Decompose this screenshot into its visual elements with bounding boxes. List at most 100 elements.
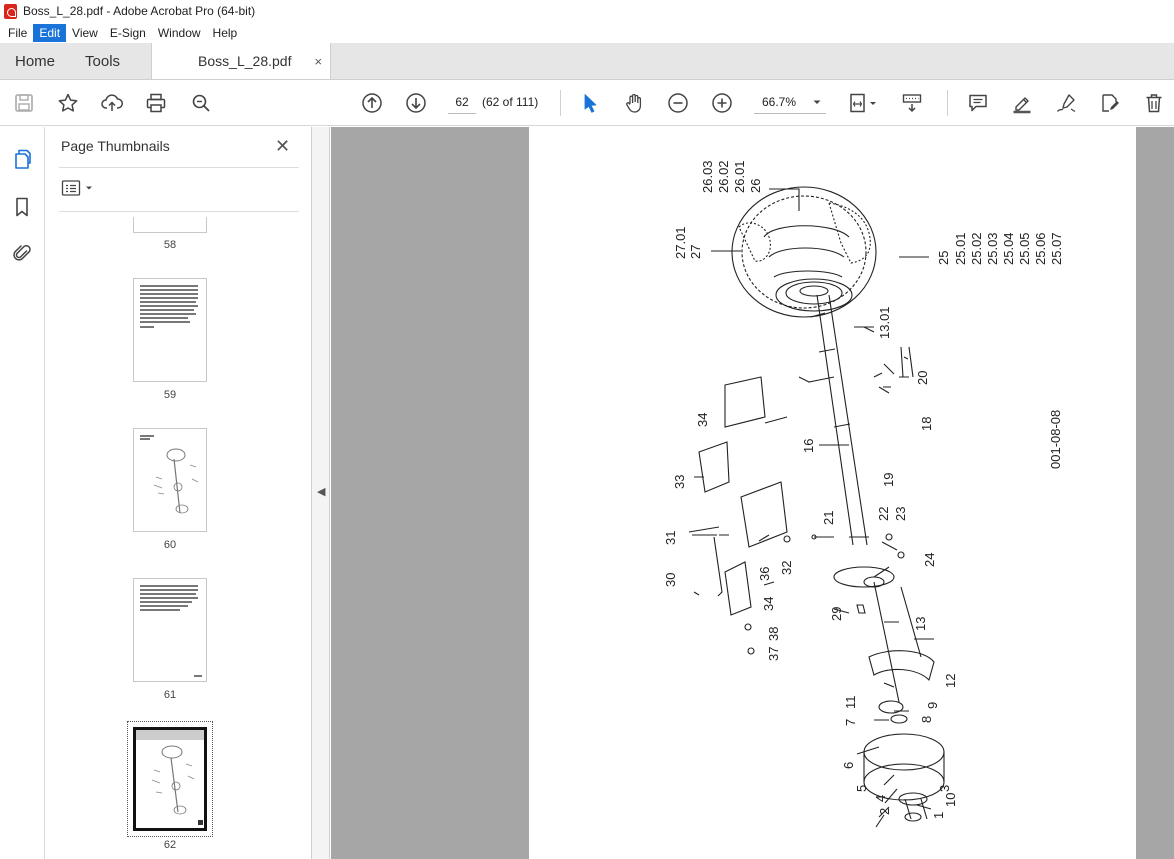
arrow-up-circle-icon: [362, 93, 382, 113]
menu-window[interactable]: Window: [152, 24, 207, 42]
drawing-code: 001-08-08: [1048, 410, 1063, 469]
comment-button[interactable]: [965, 90, 991, 116]
callout-label: 25: [936, 251, 951, 265]
tab-document[interactable]: Boss_L_28.pdf ×: [151, 43, 332, 79]
callout-label: 37: [766, 647, 781, 661]
highlight-button[interactable]: [1009, 90, 1035, 116]
thumbnail-label: 61: [163, 689, 177, 701]
callout-label: 25.01: [953, 232, 968, 265]
callout-label: 26.01: [732, 160, 747, 193]
zoom-in-button[interactable]: [709, 90, 735, 116]
callout-label: 25.07: [1049, 232, 1064, 265]
callout-label: 26: [748, 179, 763, 193]
edit-document-icon: [1102, 94, 1119, 112]
bookmark-star-button[interactable]: [55, 90, 81, 116]
upload-button[interactable]: [99, 90, 125, 116]
callout-label: 25.03: [985, 232, 1000, 265]
fill-sign-button[interactable]: [1097, 90, 1123, 116]
thumbnail-options-button[interactable]: [61, 179, 93, 197]
sign-button[interactable]: [1053, 90, 1079, 116]
thumbnail-page-59[interactable]: [133, 278, 207, 382]
menu-help[interactable]: Help: [207, 24, 244, 42]
thumbnail-page-58[interactable]: [133, 217, 207, 233]
select-tool-button[interactable]: [577, 90, 603, 116]
acrobat-icon: [4, 3, 17, 19]
previous-page-button[interactable]: [359, 90, 385, 116]
hand-icon: [626, 93, 642, 113]
chevron-down-icon: [813, 100, 821, 104]
callout-label: 18: [919, 417, 934, 431]
callout-label: 38: [766, 627, 781, 641]
arrow-down-circle-icon: [406, 93, 426, 113]
menu-esign[interactable]: E-Sign: [104, 24, 152, 42]
tab-tools[interactable]: Tools: [70, 43, 135, 79]
zoom-search-icon: [192, 94, 210, 112]
tab-document-label: Boss_L_28.pdf: [198, 53, 292, 69]
zoom-out-button[interactable]: [665, 90, 691, 116]
callout-label: 4: [873, 795, 888, 802]
title-bar: Boss_L_28.pdf - Adobe Acrobat Pro (64-bi…: [0, 0, 1174, 22]
collapse-panel-icon[interactable]: ◀: [317, 485, 325, 498]
page-number-input[interactable]: [448, 90, 476, 114]
trash-icon: [1146, 94, 1162, 113]
next-page-button[interactable]: [403, 90, 429, 116]
callout-label: 13.01: [877, 306, 892, 339]
callout-label: 27: [688, 245, 703, 259]
callout-label: 16: [801, 439, 816, 453]
paperclip-icon: [13, 244, 31, 261]
tab-bar: Home Tools Boss_L_28.pdf ×: [0, 43, 1174, 80]
callout-label: 1: [931, 812, 946, 819]
plus-circle-icon: [712, 93, 732, 113]
panel-collapse-strip[interactable]: ◀: [312, 127, 330, 859]
save-button[interactable]: [11, 90, 37, 116]
callout-label: 7: [843, 719, 858, 726]
callout-label: 24: [922, 553, 937, 567]
comment-icon: [969, 94, 987, 112]
bookmark-icon: [16, 197, 28, 217]
tab-home[interactable]: Home: [0, 43, 70, 79]
menu-file[interactable]: File: [2, 24, 33, 42]
thumbnail-label: 58: [163, 239, 177, 251]
pdf-page: 26.03 26.02 26.01 26 27.01 27 25 25.01 2…: [529, 127, 1136, 859]
callout-label: 36: [757, 567, 772, 581]
panel-title: Page Thumbnails: [61, 138, 170, 154]
panel-close-icon[interactable]: ✕: [275, 136, 290, 157]
callout-label: 34: [761, 597, 776, 611]
callout-label: 26.03: [700, 160, 715, 193]
scroll-mode-button[interactable]: [899, 90, 925, 116]
document-viewport[interactable]: 26.03 26.02 26.01 26 27.01 27 25 25.01 2…: [331, 127, 1174, 859]
thumbnail-page-61[interactable]: [133, 578, 207, 682]
cursor-arrow-icon: [584, 94, 597, 113]
callout-label: 19: [881, 473, 896, 487]
attachments-button[interactable]: [9, 240, 35, 266]
callout-label: 32: [779, 561, 794, 575]
thumbnail-page-62[interactable]: [133, 727, 207, 831]
callout-label: 26.02: [716, 160, 731, 193]
callout-label: 5: [854, 785, 869, 792]
chevron-down-icon: [86, 186, 92, 190]
bookmarks-button[interactable]: [9, 194, 35, 220]
thumbnail-page-60[interactable]: [133, 428, 207, 532]
callout-label: 33: [672, 475, 687, 489]
thumbnail-label: 59: [163, 389, 177, 401]
callout-label: 34: [695, 413, 710, 427]
pages-icon: [15, 149, 31, 169]
callout-label: 11: [843, 696, 858, 710]
fountain-pen-icon: [1056, 94, 1076, 113]
page-thumbnails-button[interactable]: [9, 146, 35, 172]
menu-view[interactable]: View: [66, 24, 104, 42]
page-fit-dropdown[interactable]: [845, 90, 881, 116]
delete-button[interactable]: [1141, 90, 1167, 116]
callout-label: 2: [877, 808, 892, 815]
find-button[interactable]: [188, 90, 214, 116]
zoom-level-dropdown[interactable]: 66.7%: [754, 90, 826, 114]
star-icon: [58, 93, 78, 112]
hand-tool-button[interactable]: [621, 90, 647, 116]
printer-icon: [146, 93, 166, 113]
options-list-icon: [61, 180, 81, 196]
menu-edit[interactable]: Edit: [33, 23, 67, 42]
page-thumbnails-panel: Page Thumbnails ✕ 58 59 60 61 62: [45, 127, 351, 859]
print-button[interactable]: [143, 90, 169, 116]
tab-close-icon[interactable]: ×: [314, 54, 322, 69]
callout-label: 6: [841, 762, 856, 769]
